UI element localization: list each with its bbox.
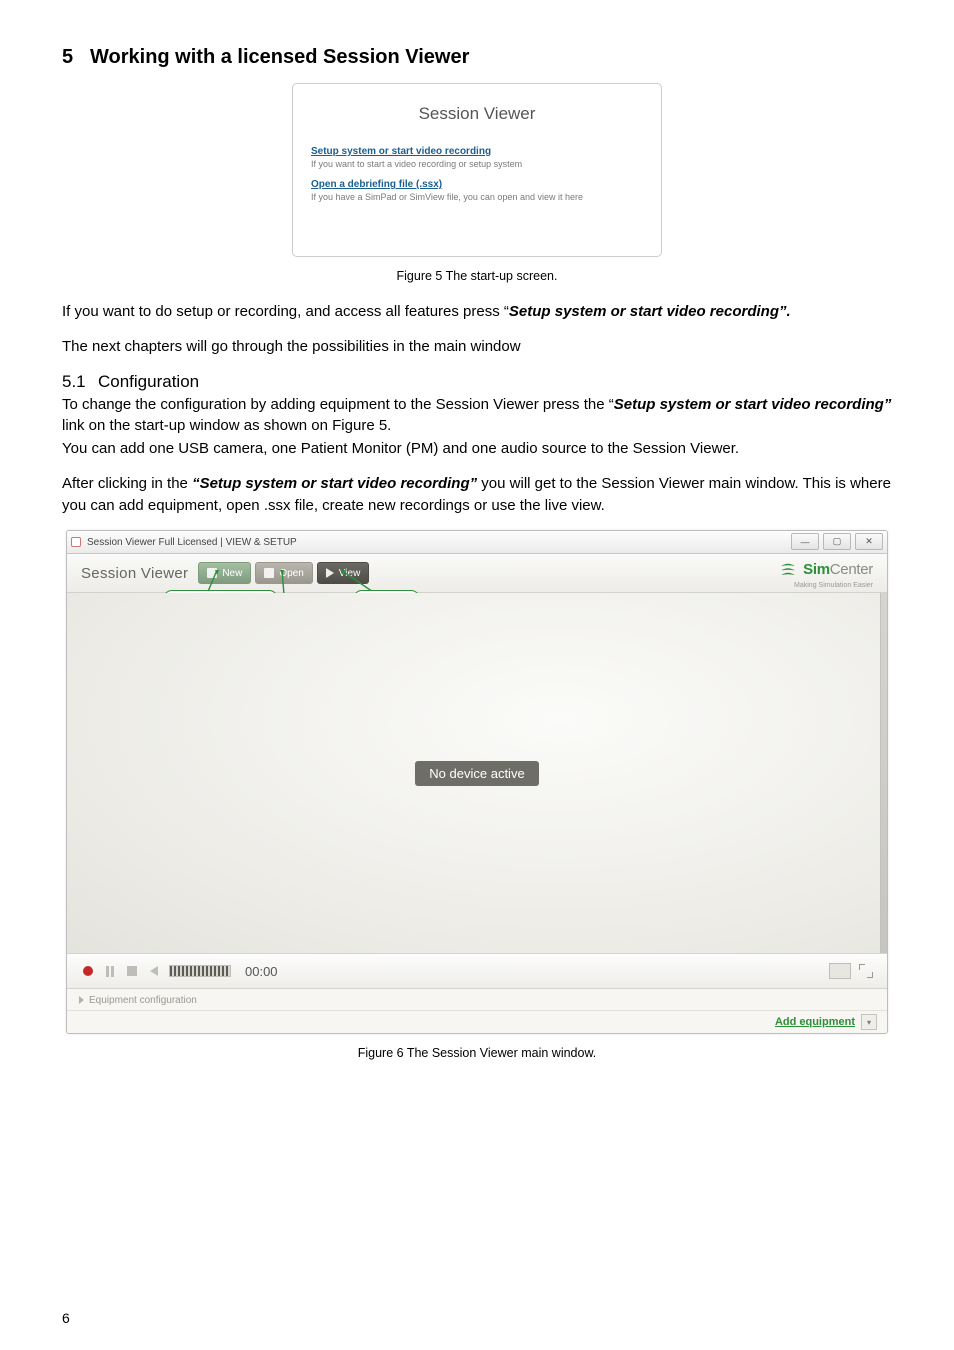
section-number: 5 [62,46,90,69]
paragraph-3: To change the configuration by adding eq… [62,394,892,437]
fullscreen-icon [859,964,873,978]
window-title: Session Viewer Full Licensed | VIEW & SE… [87,537,297,548]
expand-icon [79,996,84,1004]
add-equipment-link[interactable]: Add equipment [775,1016,855,1028]
paragraph-2: The next chapters will go through the po… [62,336,892,357]
open-icon [264,568,274,578]
toolbar-app-label: Session Viewer [81,565,188,582]
keyboard-button[interactable] [829,963,851,979]
open-button[interactable]: Open [255,562,312,584]
fullscreen-button[interactable] [859,964,873,978]
page-number: 6 [62,1310,70,1326]
add-equipment-dropdown[interactable]: ▾ [861,1014,877,1030]
emph-setup-1: Setup system or start video recording”. [509,303,791,320]
startup-title: Session Viewer [311,104,643,124]
window-titlebar: Session Viewer Full Licensed | VIEW & SE… [67,531,887,554]
pause-icon [106,966,114,977]
toolbar: Session Viewer New Open View SimCenter M… [67,554,887,593]
speaker-icon [150,966,158,976]
simcenter-logo-icon [779,560,797,578]
view-button[interactable]: View [317,562,370,584]
section-heading: 5Working with a licensed Session Viewer [62,46,892,69]
emph-setup-3: “Setup system or start video recording” [192,475,477,492]
preview-canvas: No device active [67,593,887,953]
subsection-number: 5.1 [62,372,98,392]
figure6-caption: Figure 6 The Session Viewer main window. [62,1046,892,1060]
subsection-heading: 5.1Configuration [62,372,892,392]
subsection-title: Configuration [98,372,199,391]
setup-system-link[interactable]: Setup system or start video recording [311,146,643,157]
open-debriefing-sub: If you have a SimPad or SimView file, yo… [311,192,643,202]
stop-icon [127,966,137,976]
brand-tagline: Making Simulation Easier [794,582,873,589]
no-device-label: No device active [415,761,538,786]
new-button[interactable]: New [198,562,251,584]
add-equipment-bar: Add equipment ▾ [67,1010,887,1033]
paragraph-4: You can add one USB camera, one Patient … [62,438,892,459]
setup-system-sub: If you want to start a video recording o… [311,159,643,169]
volume-meter[interactable] [169,965,231,977]
record-button[interactable] [81,964,95,978]
open-debriefing-link[interactable]: Open a debriefing file (.ssx) [311,179,643,190]
paragraph-1: If you want to do setup or recording, an… [62,301,892,322]
close-button[interactable]: ✕ [855,533,883,550]
startup-dialog: Session Viewer Setup system or start vid… [292,83,662,257]
app-icon [71,537,81,547]
new-icon [207,568,217,578]
emph-setup-2: Setup system or start video recording” [614,396,892,413]
session-viewer-window: Session Viewer Full Licensed | VIEW & SE… [66,530,888,1034]
paragraph-5: After clicking in the “Setup system or s… [62,473,892,516]
play-icon [326,568,334,578]
record-icon [83,966,93,976]
figure5-caption: Figure 5 The start-up screen. [62,269,892,283]
stop-button[interactable] [125,964,139,978]
pause-button[interactable] [103,964,117,978]
playback-bar: 00:00 [67,953,887,988]
section-title: Working with a licensed Session Viewer [90,46,469,68]
maximize-button[interactable]: ▢ [823,533,851,550]
minimize-button[interactable]: — [791,533,819,550]
simcenter-brand: SimCenter Making Simulation Easier [779,560,873,578]
equipment-config-header[interactable]: Equipment configuration [67,988,887,1010]
elapsed-time: 00:00 [245,964,278,979]
mute-button[interactable] [147,964,161,978]
